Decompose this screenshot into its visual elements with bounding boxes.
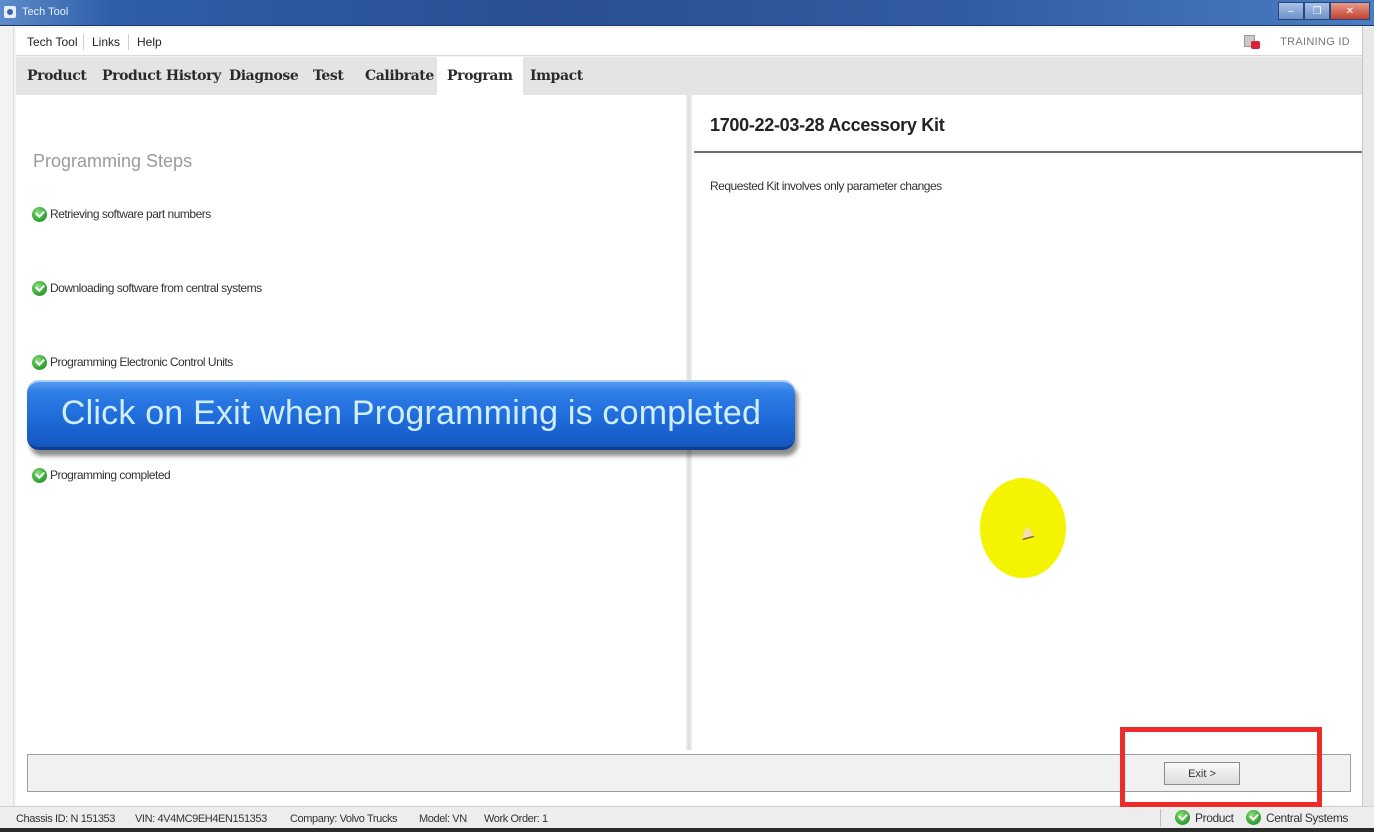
chassis-id: Chassis ID: N 151353 bbox=[16, 813, 115, 825]
check-icon bbox=[32, 354, 47, 370]
close-icon: ✕ bbox=[1345, 5, 1355, 17]
step-label: Retrieving software part numbers bbox=[50, 207, 211, 221]
check-icon bbox=[1246, 810, 1261, 825]
window-controls: – ❐ ✕ bbox=[1278, 2, 1370, 22]
vin: VIN: 4V4MC9EH4EN151353 bbox=[135, 813, 267, 825]
training-id-icon[interactable] bbox=[1244, 35, 1260, 49]
minimize-icon: – bbox=[1288, 5, 1294, 17]
kit-title: 1700-22-03-28 Accessory Kit bbox=[710, 115, 945, 135]
step-label: Downloading software from central system… bbox=[50, 281, 262, 295]
kit-title-divider bbox=[694, 151, 1362, 153]
minimize-button[interactable]: – bbox=[1278, 2, 1304, 20]
window-title: Tech Tool bbox=[22, 6, 69, 18]
check-icon bbox=[1175, 810, 1190, 825]
check-icon bbox=[32, 467, 47, 483]
training-id-label[interactable]: TRAINING ID bbox=[1280, 36, 1350, 48]
product-status[interactable]: Product bbox=[1175, 810, 1234, 825]
tab-diagnose[interactable]: Diagnose bbox=[219, 57, 308, 95]
step-item: Programming Electronic Control Units bbox=[32, 353, 233, 371]
window-right-border bbox=[1362, 26, 1374, 806]
step-item: Programming completed bbox=[32, 466, 171, 484]
menu-tech-tool[interactable]: Tech Tool bbox=[27, 35, 77, 49]
programming-steps-title: Programming Steps bbox=[33, 151, 193, 171]
step-item: Downloading software from central system… bbox=[32, 279, 262, 297]
central-systems-status-label: Central Systems bbox=[1266, 810, 1349, 825]
check-icon bbox=[32, 206, 47, 222]
main-tabs: Product Product History Diagnose Test Ca… bbox=[16, 57, 1362, 95]
restore-icon: ❐ bbox=[1312, 5, 1322, 17]
app-icon bbox=[4, 6, 16, 18]
tab-test[interactable]: Test bbox=[303, 57, 353, 95]
exit-highlight-box bbox=[1120, 727, 1322, 807]
menu-bar: Tech Tool Links Help TRAINING ID bbox=[16, 28, 1362, 56]
menu-separator bbox=[83, 34, 84, 50]
instruction-banner: Click on Exit when Programming is comple… bbox=[27, 380, 795, 450]
model: Model: VN bbox=[419, 813, 467, 825]
status-bar: Chassis ID: N 151353 VIN: 4V4MC9EH4EN151… bbox=[0, 806, 1374, 828]
screen-bottom-edge bbox=[0, 828, 1374, 832]
tab-calibrate[interactable]: Calibrate bbox=[355, 57, 444, 95]
step-item: Retrieving software part numbers bbox=[32, 205, 211, 223]
title-bar[interactable]: Tech Tool – ❐ ✕ bbox=[0, 0, 1374, 26]
central-systems-status[interactable]: Central Systems bbox=[1246, 810, 1348, 825]
check-icon bbox=[32, 280, 47, 296]
window-left-border bbox=[0, 26, 14, 806]
product-status-label: Product bbox=[1195, 810, 1234, 825]
status-separator bbox=[1160, 809, 1161, 827]
content-area: Programming Steps Retrieving software pa… bbox=[16, 95, 1362, 805]
tab-product-history[interactable]: Product History bbox=[92, 57, 231, 95]
kit-description: Requested Kit involves only parameter ch… bbox=[710, 179, 942, 193]
step-label: Programming Electronic Control Units bbox=[50, 355, 233, 369]
menu-help[interactable]: Help bbox=[137, 35, 162, 49]
company: Company: Volvo Trucks bbox=[290, 813, 398, 825]
instruction-banner-text: Click on Exit when Programming is comple… bbox=[60, 394, 762, 432]
close-button[interactable]: ✕ bbox=[1330, 2, 1370, 20]
tab-product[interactable]: Product bbox=[17, 57, 96, 95]
tab-impact[interactable]: Impact bbox=[520, 57, 593, 95]
menu-links[interactable]: Links bbox=[92, 35, 120, 49]
restore-button[interactable]: ❐ bbox=[1304, 2, 1330, 20]
tab-program[interactable]: Program bbox=[437, 57, 523, 95]
step-label: Programming completed bbox=[50, 468, 171, 482]
tech-tool-window: Tech Tool – ❐ ✕ Tech Tool Links Help TRA… bbox=[0, 0, 1374, 832]
menu-separator bbox=[128, 34, 129, 50]
work-order: Work Order: 1 bbox=[484, 813, 548, 825]
cursor-highlight bbox=[980, 478, 1066, 578]
